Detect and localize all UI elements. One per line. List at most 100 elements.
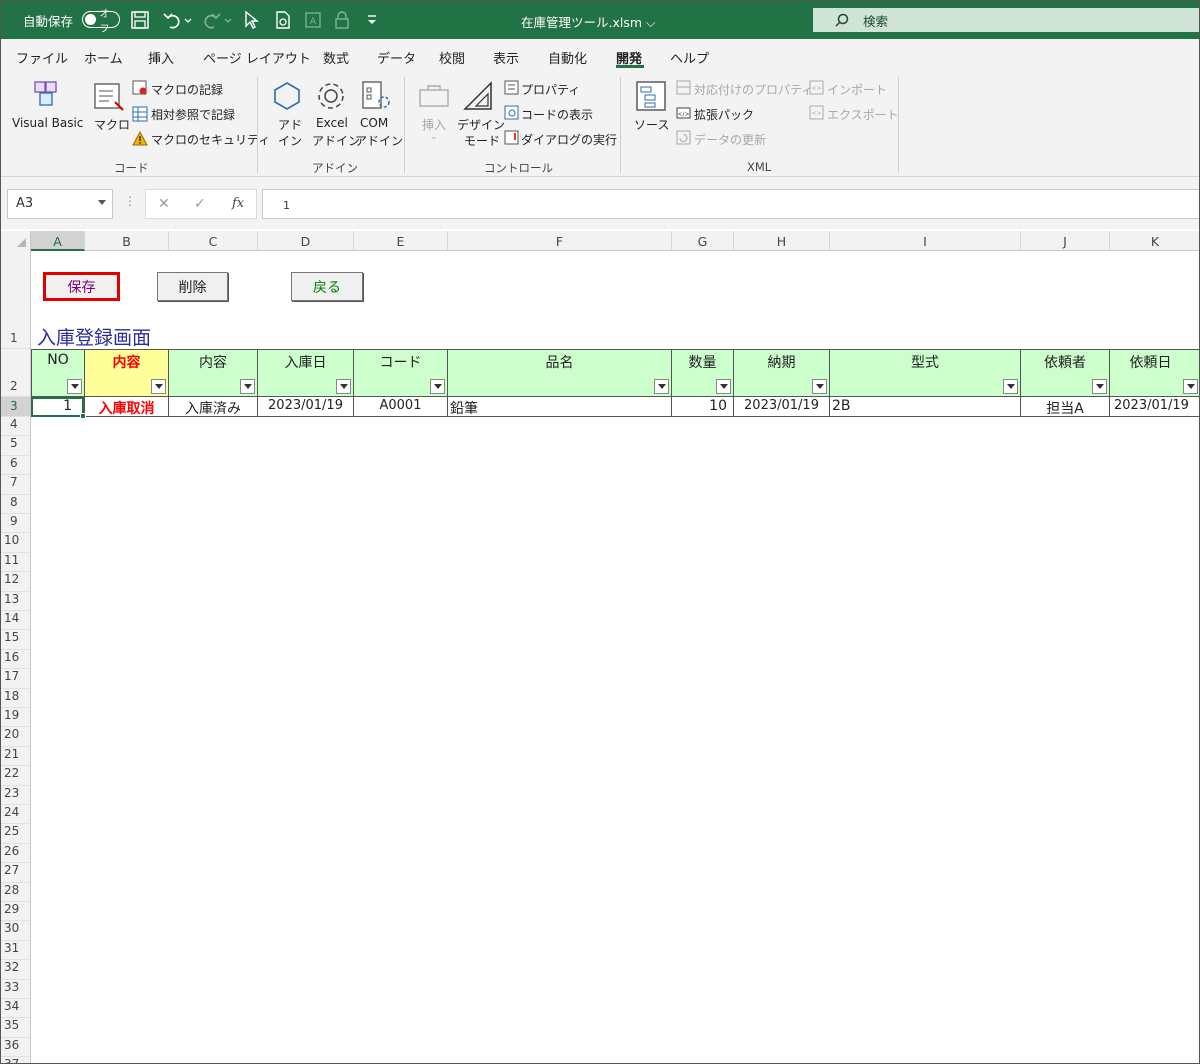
row-header[interactable]: 21 <box>1 747 30 767</box>
tab-page-layout[interactable]: ページ レイアウト <box>203 48 311 67</box>
row-header[interactable]: 35 <box>1 1018 30 1038</box>
row-header[interactable]: 7 <box>1 475 30 495</box>
row-header[interactable]: 23 <box>1 786 30 805</box>
row-header[interactable]: 13 <box>1 592 30 611</box>
row-header[interactable]: 14 <box>1 611 30 631</box>
column-header-e[interactable]: E <box>354 231 448 251</box>
row-header[interactable]: 26 <box>1 844 30 864</box>
select-objects-icon[interactable] <box>242 10 260 30</box>
filter-dropdown-icon[interactable] <box>716 379 731 394</box>
excel-addins-label-2[interactable]: アドイン <box>312 132 360 149</box>
save-icon[interactable] <box>130 10 150 30</box>
row-header[interactable]: 6 <box>1 456 30 476</box>
row-header[interactable]: 30 <box>1 921 30 941</box>
undo-dropdown-icon[interactable] <box>184 10 192 30</box>
properties-label[interactable]: プロパティ <box>521 81 580 98</box>
tab-home[interactable]: ホーム <box>84 48 123 67</box>
tab-insert[interactable]: 挿入 <box>148 48 174 67</box>
row-header[interactable]: 31 <box>1 941 30 961</box>
table-cell-requester[interactable]: 担当A <box>1021 397 1110 417</box>
tab-file[interactable]: ファイル <box>16 48 68 67</box>
row-header[interactable]: 15 <box>1 630 30 650</box>
row-header[interactable]: 12 <box>1 572 30 592</box>
com-addins-label-2[interactable]: アドイン <box>355 132 403 149</box>
row-header[interactable]: 34 <box>1 999 30 1019</box>
save-button[interactable]: 保存 <box>43 272 120 301</box>
relative-reference-label[interactable]: 相対参照で記録 <box>151 106 235 123</box>
row-header[interactable]: 9 <box>1 514 30 534</box>
record-macro-icon[interactable] <box>132 80 148 96</box>
row-header[interactable]: 16 <box>1 650 30 670</box>
filter-dropdown-icon[interactable] <box>654 379 669 394</box>
filter-dropdown-icon[interactable] <box>336 379 351 394</box>
tab-automate[interactable]: 自動化 <box>548 48 587 67</box>
tab-review[interactable]: 校閲 <box>439 48 465 67</box>
filter-dropdown-icon[interactable] <box>1183 379 1198 394</box>
table-cell-request-date[interactable]: 2023/01/19 <box>1110 397 1199 417</box>
macro-security-warning-icon[interactable] <box>132 131 148 146</box>
table-cell-action[interactable]: 入庫取消 <box>85 397 169 417</box>
row-header-1[interactable]: 1 <box>1 251 30 349</box>
undo-icon[interactable] <box>162 10 182 30</box>
expansion-packs-icon[interactable]: </> <box>676 105 691 120</box>
table-cell-quantity[interactable]: 10 <box>672 397 734 417</box>
filter-dropdown-icon[interactable] <box>151 379 166 394</box>
row-header[interactable]: 37 <box>1 1057 30 1063</box>
row-header[interactable]: 10 <box>1 533 30 553</box>
view-code-label[interactable]: コードの表示 <box>521 106 593 123</box>
formula-input[interactable]: 1 <box>262 189 1199 219</box>
column-header-i[interactable]: I <box>830 231 1021 251</box>
delete-button[interactable]: 削除 <box>157 272 228 301</box>
com-addins-label-1[interactable]: COM <box>360 116 388 130</box>
row-header[interactable]: 19 <box>1 708 30 728</box>
row-header[interactable]: 18 <box>1 689 30 708</box>
document-title[interactable]: 在庫管理ツール.xlsm ⌵ <box>521 12 655 31</box>
excel-addins-label-1[interactable]: Excel <box>316 116 348 130</box>
column-header-g[interactable]: G <box>672 231 734 251</box>
row-header[interactable]: 17 <box>1 669 30 689</box>
row-header[interactable]: 22 <box>1 766 30 786</box>
name-box-dropdown-icon[interactable] <box>98 200 106 205</box>
xml-source-icon[interactable] <box>635 80 667 112</box>
properties-icon[interactable] <box>504 80 519 95</box>
row-header[interactable]: 27 <box>1 863 30 883</box>
row-header[interactable]: 5 <box>1 436 30 456</box>
record-macro-label[interactable]: マクロの記録 <box>151 81 223 98</box>
formula-bar-grip-icon[interactable]: ⋮ <box>124 194 136 208</box>
row-header[interactable]: 4 <box>1 417 30 437</box>
addins-label-1[interactable]: アド <box>278 116 302 133</box>
row-header[interactable]: 11 <box>1 553 30 573</box>
row-header[interactable]: 29 <box>1 902 30 922</box>
filter-dropdown-icon[interactable] <box>1003 379 1018 394</box>
addins-label-2[interactable]: イン <box>278 132 302 149</box>
row-header[interactable]: 24 <box>1 805 30 825</box>
tab-data[interactable]: データ <box>377 48 416 67</box>
tab-help[interactable]: ヘルプ <box>670 48 709 67</box>
macro-icon[interactable] <box>93 80 125 112</box>
back-button[interactable]: 戻る <box>291 272 363 301</box>
print-preview-icon[interactable] <box>274 10 292 30</box>
addins-icon[interactable] <box>271 80 303 112</box>
row-header[interactable]: 25 <box>1 824 30 844</box>
row-header[interactable]: 28 <box>1 883 30 902</box>
xml-source-label[interactable]: ソース <box>634 116 669 133</box>
run-dialog-label[interactable]: ダイアログの実行 <box>521 131 617 148</box>
table-cell-code[interactable]: A0001 <box>354 397 448 417</box>
row-header[interactable]: 33 <box>1 980 30 999</box>
table-cell-item-name[interactable]: 鉛筆 <box>448 397 672 417</box>
visual-basic-icon[interactable] <box>29 78 63 110</box>
row-header-3[interactable]: 3 <box>1 397 30 417</box>
column-header-k[interactable]: K <box>1110 231 1199 251</box>
column-header-b[interactable]: B <box>85 231 169 251</box>
select-all-corner[interactable] <box>1 231 31 251</box>
customize-qat-icon[interactable] <box>365 10 379 30</box>
column-header-f[interactable]: F <box>448 231 672 251</box>
filter-dropdown-icon[interactable] <box>240 379 255 394</box>
tab-formulas[interactable]: 数式 <box>323 48 349 67</box>
row-header-2[interactable]: 2 <box>1 349 30 397</box>
filter-dropdown-icon[interactable] <box>67 379 82 394</box>
table-cell-model[interactable]: 2B <box>830 397 1021 417</box>
view-code-icon[interactable] <box>504 105 519 120</box>
visual-basic-label[interactable]: Visual Basic <box>12 116 83 130</box>
cancel-icon[interactable]: ✕ <box>158 196 170 212</box>
